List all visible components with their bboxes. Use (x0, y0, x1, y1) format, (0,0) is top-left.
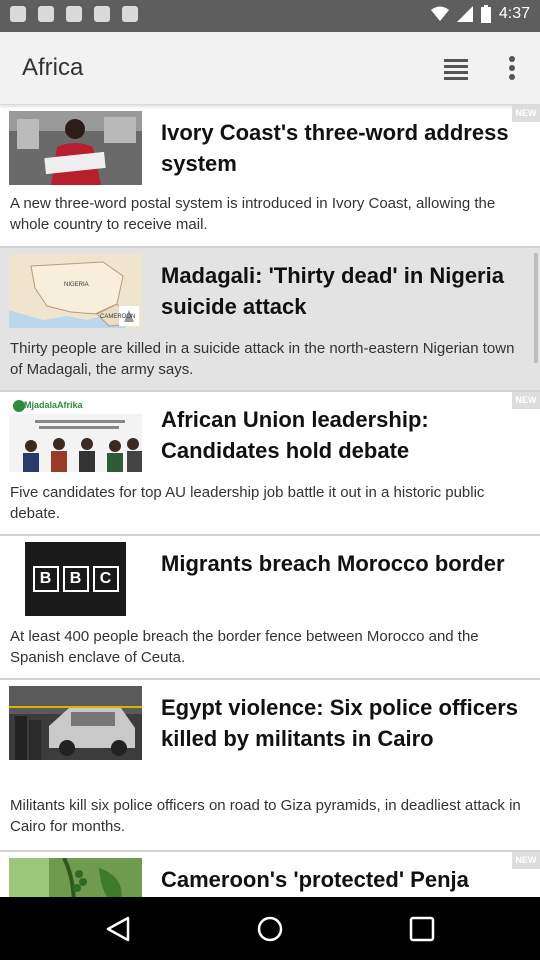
bbc-logo: B B C (25, 542, 126, 616)
battery-icon (480, 5, 491, 23)
map-label: NIGERIA (64, 282, 89, 288)
system-nav-bar (0, 897, 540, 960)
clock: 4:37 (498, 5, 530, 22)
list-view-icon[interactable] (442, 56, 470, 80)
new-badge: NEW (512, 392, 540, 409)
new-badge: NEW (512, 852, 540, 869)
page-title: Africa (22, 54, 84, 81)
article-item[interactable]: B B C Migrants breach Morocco border At … (0, 536, 540, 680)
article-item[interactable]: MjadalaAfrika African Union leadership: … (0, 392, 540, 536)
signal-icon (456, 6, 473, 22)
article-summary: Five candidates for top AU leadership jo… (10, 484, 485, 522)
new-badge: NEW (512, 105, 540, 122)
wifi-icon (430, 6, 449, 21)
article-headline: African Union leadership: Candidates hol… (161, 407, 429, 463)
image-icon (10, 6, 26, 22)
thumbnail-caption: MjadalaAfrika (24, 400, 83, 410)
article-headline: Egypt violence: Six police officers kill… (161, 695, 518, 751)
recent-apps-icon[interactable] (406, 915, 438, 943)
article-headline: Madagali: 'Thirty dead' in Nigeria suici… (161, 263, 504, 319)
article-headline: Cameroon's 'protected' Penja (161, 867, 469, 892)
article-list[interactable]: Ivory Coast's three-word address system … (0, 105, 540, 897)
article-headline: Migrants breach Morocco border (161, 551, 505, 576)
article-item[interactable]: Egypt violence: Six police officers kill… (0, 680, 540, 852)
bbc-logo-letter: B (62, 566, 89, 592)
article-summary: Militants kill six police officers on ro… (10, 797, 521, 835)
scrollbar[interactable] (534, 253, 538, 363)
bbc-logo-letter: C (92, 566, 119, 592)
article-thumbnail (9, 858, 142, 897)
article-headline: Ivory Coast's three-word address system (161, 120, 509, 176)
article-item[interactable]: Ivory Coast's three-word address system … (0, 105, 540, 248)
back-icon[interactable] (102, 915, 134, 943)
bag-icon (122, 6, 138, 22)
article-summary: Thirty people are killed in a suicide at… (10, 340, 515, 378)
more-options-icon[interactable] (500, 52, 524, 84)
map-label: CAMEROON (100, 314, 136, 320)
home-icon[interactable] (254, 915, 286, 943)
article-item[interactable]: Cameroon's 'protected' Penja NEW (0, 852, 540, 897)
image-icon (38, 6, 54, 22)
article-summary: At least 400 people breach the border fe… (10, 628, 479, 666)
notification-icons (10, 6, 138, 22)
article-item[interactable]: Madagali: 'Thirty dead' in Nigeria suici… (0, 248, 540, 392)
bag-icon (66, 6, 82, 22)
article-summary: A new three-word postal system is introd… (10, 195, 496, 233)
app-toolbar: Africa (0, 32, 540, 105)
status-bar: 4:37 (0, 0, 540, 32)
bbc-logo-letter: B (32, 566, 59, 592)
article-thumbnail (9, 111, 142, 185)
article-thumbnail (9, 686, 142, 760)
bag-icon (94, 6, 110, 22)
